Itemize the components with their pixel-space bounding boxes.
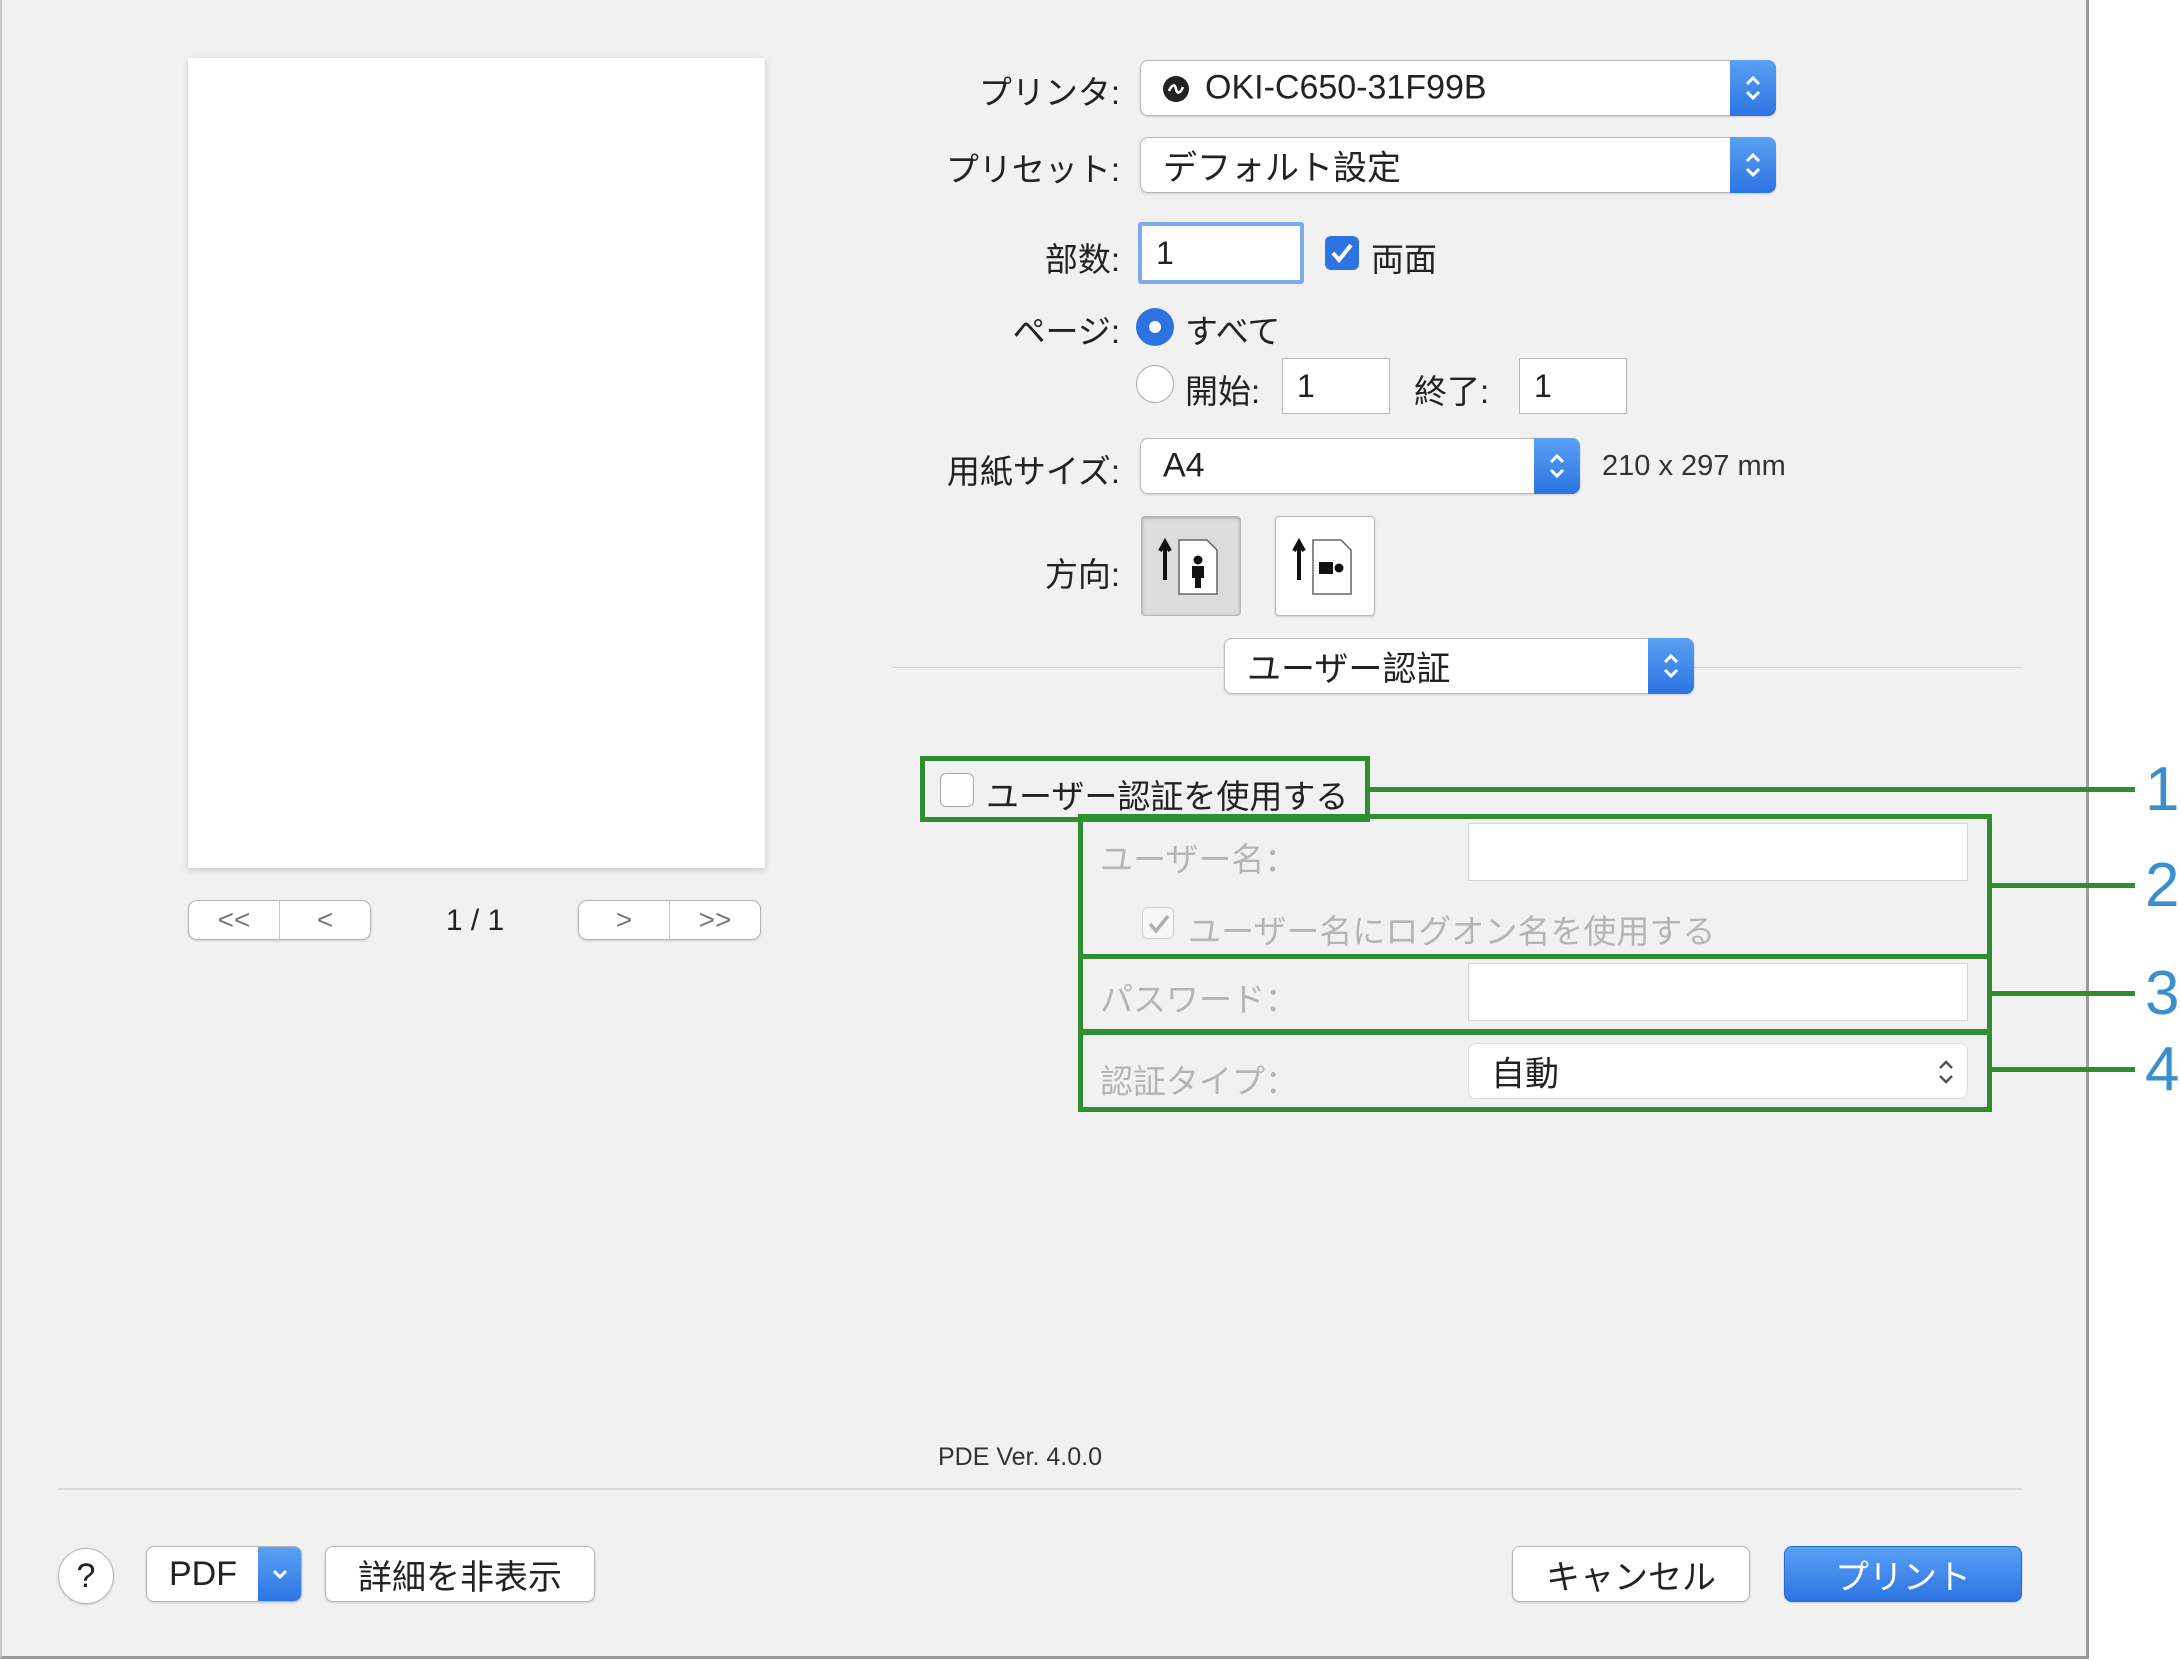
- callout-number-3: 3: [2145, 959, 2180, 1028]
- preset-label: プリセット:: [945, 151, 1120, 188]
- footer-divider: [58, 1488, 2022, 1490]
- pages-all-label: すべて: [1185, 313, 1281, 350]
- print-button[interactable]: プリント: [1784, 1546, 2022, 1602]
- first-page-button[interactable]: <<: [189, 901, 280, 939]
- version-text: PDE Ver. 4.0.0: [938, 1443, 1102, 1471]
- orientation-landscape-button[interactable]: [1275, 516, 1375, 616]
- paper-size-value: A4: [1163, 446, 1205, 485]
- printer-label: プリンタ:: [978, 74, 1120, 111]
- callout-line-4: [1992, 1067, 2135, 1072]
- callout-line-1: [1370, 787, 2135, 792]
- landscape-orientation-icon: [1292, 537, 1352, 595]
- paper-size-label: 用紙サイズ:: [946, 453, 1120, 490]
- help-button[interactable]: ?: [58, 1548, 114, 1604]
- pages-to-input[interactable]: 1: [1519, 358, 1627, 414]
- duplex-checkbox[interactable]: [1325, 236, 1359, 270]
- print-dialog-figure: << < 1 / 1 > >> プリンタ: OKI-C650-31F99B プリ…: [0, 0, 2180, 1660]
- callout-box-2: [1078, 814, 1992, 959]
- callout-number-2: 2: [2145, 851, 2180, 920]
- callout-box-3: [1078, 954, 1992, 1034]
- preview-nav-forward-group: > >>: [578, 900, 761, 940]
- pages-to-label: 終了:: [1414, 373, 1490, 410]
- page-indicator: 1 / 1: [445, 904, 505, 937]
- paper-dimensions: 210 x 297 mm: [1602, 450, 1786, 482]
- callout-line-2: [1992, 883, 2135, 888]
- pages-from-label: 開始:: [1185, 373, 1261, 410]
- printer-value: OKI-C650-31F99B: [1205, 68, 1487, 107]
- pdf-button[interactable]: PDF: [146, 1546, 302, 1602]
- duplex-label: 両面: [1371, 241, 1437, 278]
- callout-line-3: [1992, 991, 2135, 996]
- pages-label: ページ:: [1012, 313, 1120, 350]
- radio-dot-icon: [1149, 321, 1161, 333]
- copies-input[interactable]: 1: [1138, 222, 1304, 284]
- preset-value: デフォルト設定: [1163, 149, 1401, 188]
- orientation-portrait-button[interactable]: [1141, 516, 1241, 616]
- callout-box-1: [920, 756, 1370, 822]
- chevron-updown-icon: [1534, 438, 1580, 494]
- pdf-button-label: PDF: [169, 1554, 237, 1593]
- next-page-button[interactable]: >: [579, 901, 670, 939]
- chevron-updown-icon: [1648, 638, 1694, 694]
- pages-from-input[interactable]: 1: [1282, 358, 1390, 414]
- section-value: ユーザー認証: [1247, 650, 1451, 689]
- last-page-button[interactable]: >>: [670, 901, 760, 939]
- chevron-updown-icon: [1730, 60, 1776, 116]
- portrait-orientation-icon: [1158, 537, 1218, 595]
- chevron-down-icon: [258, 1547, 301, 1601]
- printer-status-icon: [1163, 76, 1189, 102]
- previous-page-button[interactable]: <: [280, 901, 370, 939]
- preset-popup[interactable]: デフォルト設定: [1140, 137, 1776, 193]
- cancel-button[interactable]: キャンセル: [1512, 1546, 1750, 1602]
- hide-details-button[interactable]: 詳細を非表示: [325, 1546, 595, 1602]
- callout-box-4: [1078, 1030, 1992, 1112]
- callout-number-1: 1: [2145, 755, 2180, 824]
- chevron-updown-icon: [1730, 137, 1776, 193]
- pages-all-radio[interactable]: [1136, 308, 1174, 346]
- copies-label: 部数:: [1044, 241, 1120, 278]
- callout-number-4: 4: [2145, 1035, 2180, 1104]
- paper-size-popup[interactable]: A4: [1140, 438, 1580, 494]
- preview-nav-back-group: << <: [188, 900, 371, 940]
- pages-range-radio[interactable]: [1136, 365, 1174, 403]
- orientation-label: 方向:: [1044, 556, 1120, 593]
- section-popup[interactable]: ユーザー認証: [1224, 638, 1694, 694]
- page-preview: [188, 58, 765, 868]
- printer-popup[interactable]: OKI-C650-31F99B: [1140, 60, 1776, 116]
